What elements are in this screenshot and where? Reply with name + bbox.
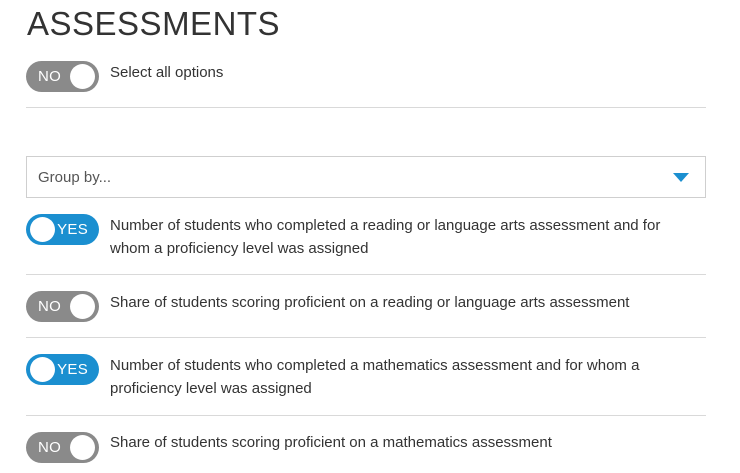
option-toggle-math-completed[interactable]: YES xyxy=(26,354,99,385)
divider xyxy=(26,415,706,416)
toggle-knob xyxy=(70,435,95,460)
toggle-knob xyxy=(30,217,55,242)
divider xyxy=(26,274,706,275)
option-label-reading-completed: Number of students who completed a readi… xyxy=(110,214,660,260)
page-title: ASSESSMENTS xyxy=(27,5,281,42)
toggle-knob xyxy=(30,357,55,382)
toggle-state-label: YES xyxy=(57,361,88,378)
caret-down-icon xyxy=(673,173,689,182)
option-label-reading-proficient: Share of students scoring proficient on … xyxy=(110,294,630,311)
toggle-state-label: YES xyxy=(57,221,88,238)
divider xyxy=(26,337,706,338)
toggle-knob xyxy=(70,64,95,89)
toggle-state-label: NO xyxy=(38,439,62,456)
toggle-state-label: NO xyxy=(38,298,62,315)
option-toggle-reading-proficient[interactable]: NO xyxy=(26,291,99,322)
option-label-line: whom a proficiency level was assigned xyxy=(110,240,369,257)
toggle-knob xyxy=(70,294,95,319)
option-label-line: proficiency level was assigned xyxy=(110,380,312,397)
option-label-line: Number of students who completed a mathe… xyxy=(110,357,640,374)
option-toggle-math-proficient[interactable]: NO xyxy=(26,432,99,463)
divider xyxy=(26,107,706,108)
option-label-math-proficient: Share of students scoring proficient on … xyxy=(110,434,552,451)
option-toggle-reading-completed[interactable]: YES xyxy=(26,214,99,245)
option-label-math-completed: Number of students who completed a mathe… xyxy=(110,354,639,400)
select-all-toggle[interactable]: NO xyxy=(26,61,99,92)
group-by-select[interactable]: Group by... xyxy=(26,156,706,198)
group-by-placeholder: Group by... xyxy=(38,169,112,186)
toggle-state-label: NO xyxy=(38,68,62,85)
select-all-label: Select all options xyxy=(110,64,224,81)
option-label-line: Number of students who completed a readi… xyxy=(110,217,661,234)
